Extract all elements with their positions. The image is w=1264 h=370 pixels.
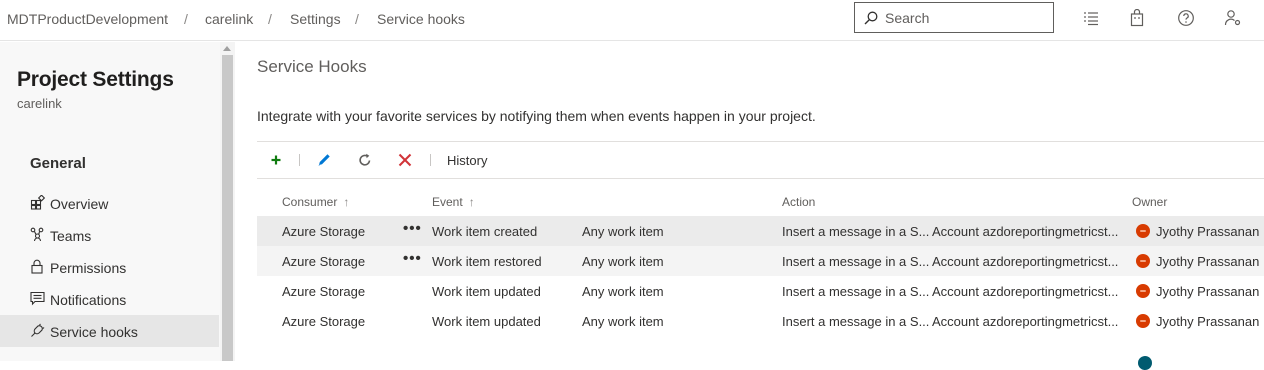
toolbar-divider-bottom bbox=[257, 178, 1264, 179]
sidebar-item-label: Permissions bbox=[50, 260, 127, 276]
table-row[interactable]: Azure Storage Work item updated Any work… bbox=[257, 276, 1264, 306]
cell-action-detail: Account azdoreportingmetricst... bbox=[932, 224, 1119, 239]
sidebar-item-label: Overview bbox=[50, 196, 109, 212]
list-icon[interactable] bbox=[1082, 9, 1100, 27]
cell-filter: Any work item bbox=[582, 254, 664, 269]
table-row[interactable]: Azure Storage Work item updated Any work… bbox=[257, 306, 1264, 336]
sort-ascending-icon: ↑ bbox=[468, 195, 475, 209]
breadcrumb-separator: / bbox=[268, 11, 272, 27]
toolbar-divider-top bbox=[257, 141, 1264, 142]
cell-owner: Jyothy Prassanan bbox=[1156, 254, 1260, 269]
page-title: Service Hooks bbox=[257, 57, 367, 76]
notifications-icon bbox=[30, 291, 45, 306]
delete-icon[interactable] bbox=[397, 152, 413, 168]
user-settings-icon[interactable] bbox=[1224, 9, 1242, 27]
sort-ascending-icon: ↑ bbox=[343, 195, 350, 209]
column-header-action[interactable]: Action bbox=[782, 195, 815, 209]
help-icon[interactable] bbox=[1177, 9, 1195, 27]
table-row[interactable]: Azure Storage ••• Work item restored Any… bbox=[257, 246, 1264, 276]
breadcrumb-separator: / bbox=[184, 11, 188, 27]
cell-filter: Any work item bbox=[582, 314, 664, 329]
avatar bbox=[1136, 254, 1150, 268]
sidebar-item-teams[interactable]: Teams bbox=[0, 219, 219, 251]
overview-icon bbox=[30, 195, 45, 210]
service-hooks-icon bbox=[31, 323, 45, 337]
cell-owner: Jyothy Prassanan bbox=[1156, 224, 1260, 239]
column-header-event[interactable]: Event ↑ bbox=[432, 195, 475, 209]
search-icon bbox=[864, 11, 878, 25]
add-icon[interactable] bbox=[268, 152, 284, 168]
breadcrumb-project[interactable]: carelink bbox=[205, 11, 253, 27]
table-row[interactable]: Azure Storage ••• Work item created Any … bbox=[257, 216, 1264, 246]
sidebar-item-notifications[interactable]: Notifications bbox=[0, 283, 219, 315]
sidebar-title: Project Settings bbox=[17, 68, 174, 91]
history-button[interactable]: History bbox=[447, 153, 487, 168]
refresh-icon[interactable] bbox=[357, 152, 373, 168]
cell-action: Insert a message in a S... bbox=[782, 284, 930, 299]
cell-filter: Any work item bbox=[582, 224, 664, 239]
search-box[interactable] bbox=[854, 2, 1054, 33]
cell-action-detail: Account azdoreportingmetricst... bbox=[932, 284, 1119, 299]
cell-event: Work item updated bbox=[432, 314, 541, 329]
toolbar-separator bbox=[299, 154, 300, 166]
teams-icon bbox=[30, 227, 44, 242]
search-input[interactable] bbox=[885, 9, 1045, 27]
breadcrumb-service-hooks[interactable]: Service hooks bbox=[377, 11, 465, 27]
breadcrumb-settings[interactable]: Settings bbox=[290, 11, 341, 27]
cell-owner: Jyothy Prassanan bbox=[1156, 284, 1260, 299]
sidebar-section-general: General bbox=[30, 155, 86, 172]
scrollbar-thumb[interactable] bbox=[222, 55, 233, 361]
sidebar-item-label: Service hooks bbox=[50, 324, 138, 340]
sidebar-subtitle: carelink bbox=[17, 96, 62, 111]
more-actions-icon[interactable]: ••• bbox=[403, 250, 422, 267]
cell-consumer: Azure Storage bbox=[282, 314, 366, 329]
avatar bbox=[1136, 284, 1150, 298]
avatar bbox=[1136, 224, 1150, 238]
cell-owner: Jyothy Prassanan bbox=[1156, 314, 1260, 329]
scroll-up-arrow-icon[interactable] bbox=[223, 46, 231, 51]
sidebar-item-label: Teams bbox=[50, 228, 92, 244]
shopping-bag-icon[interactable] bbox=[1128, 9, 1146, 27]
breadcrumb-organization[interactable]: MDTProductDevelopment bbox=[7, 11, 168, 27]
cell-action: Insert a message in a S... bbox=[782, 224, 930, 239]
cell-action-detail: Account azdoreportingmetricst... bbox=[932, 254, 1119, 269]
cell-event: Work item updated bbox=[432, 284, 541, 299]
edit-icon[interactable] bbox=[316, 152, 332, 168]
cell-consumer: Azure Storage bbox=[282, 254, 366, 269]
avatar bbox=[1138, 356, 1152, 370]
sidebar-item-label: Notifications bbox=[50, 292, 127, 308]
cell-action: Insert a message in a S... bbox=[782, 254, 930, 269]
page-description: Integrate with your favorite services by… bbox=[257, 108, 816, 124]
sidebar-item-service-hooks[interactable]: Service hooks bbox=[0, 315, 219, 347]
sidebar-item-permissions[interactable]: Permissions bbox=[0, 251, 219, 283]
sidebar-scrollbar[interactable] bbox=[220, 42, 235, 361]
cell-event: Work item created bbox=[432, 224, 538, 239]
column-header-consumer[interactable]: Consumer ↑ bbox=[282, 195, 349, 209]
cell-event: Work item restored bbox=[432, 254, 542, 269]
sidebar-item-overview[interactable]: Overview bbox=[0, 187, 219, 219]
cell-consumer: Azure Storage bbox=[282, 224, 366, 239]
toolbar-separator bbox=[430, 154, 431, 166]
top-bar: MDTProductDevelopment / carelink / Setti… bbox=[0, 0, 1264, 41]
cell-action: Insert a message in a S... bbox=[782, 314, 930, 329]
lock-icon bbox=[31, 259, 43, 274]
breadcrumb-separator: / bbox=[355, 11, 359, 27]
column-header-owner[interactable]: Owner bbox=[1132, 195, 1167, 209]
more-actions-icon[interactable]: ••• bbox=[403, 220, 422, 237]
cell-action-detail: Account azdoreportingmetricst... bbox=[932, 314, 1119, 329]
avatar bbox=[1136, 314, 1150, 328]
cell-filter: Any work item bbox=[582, 284, 664, 299]
cell-consumer: Azure Storage bbox=[282, 284, 366, 299]
